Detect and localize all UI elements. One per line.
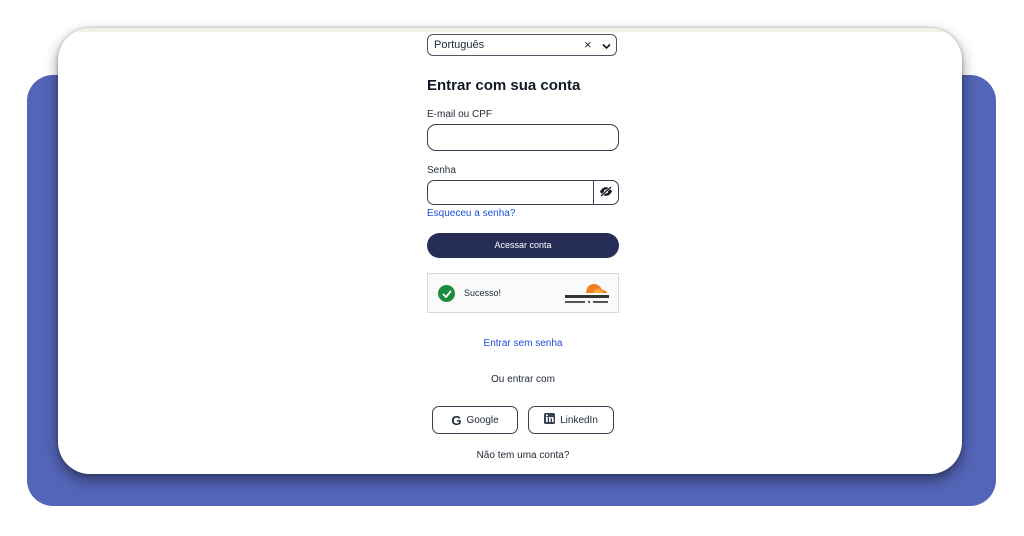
language-select-value: Português <box>434 39 485 51</box>
passwordless-login-link[interactable]: Entrar sem senha <box>427 338 619 349</box>
check-circle-icon <box>438 285 455 302</box>
login-card: Português × Entrar com sua conta E-mail … <box>58 28 962 474</box>
linkedin-icon <box>544 413 556 427</box>
password-field[interactable] <box>427 180 619 205</box>
toggle-password-visibility-button[interactable] <box>593 181 618 204</box>
captcha-status: Sucesso! <box>464 288 502 298</box>
linkedin-login-button[interactable]: LinkedIn <box>528 406 614 434</box>
google-login-label: Google <box>466 414 499 426</box>
email-label: E-mail ou CPF <box>427 109 493 120</box>
eye-off-icon <box>599 184 613 202</box>
password-label: Senha <box>427 165 456 176</box>
close-icon[interactable]: × <box>584 37 592 52</box>
cloudflare-logo <box>564 281 610 307</box>
email-field[interactable] <box>427 124 619 151</box>
signup-prompt[interactable]: Não tem uma conta? <box>427 450 619 461</box>
forgot-password-link[interactable]: Esqueceu a senha? <box>427 208 515 219</box>
google-icon: G <box>451 412 462 428</box>
linkedin-login-label: LinkedIn <box>560 414 598 426</box>
captcha-widget: Sucesso! <box>427 273 619 313</box>
chevron-down-icon[interactable] <box>602 41 611 53</box>
page-title: Entrar com sua conta <box>427 77 581 94</box>
card-top-edge <box>58 28 962 32</box>
submit-button[interactable]: Acessar conta <box>427 233 619 258</box>
alt-login-label: Ou entrar com <box>491 374 555 385</box>
language-select[interactable]: Português × <box>427 34 617 56</box>
google-login-button[interactable]: G Google <box>432 406 518 434</box>
